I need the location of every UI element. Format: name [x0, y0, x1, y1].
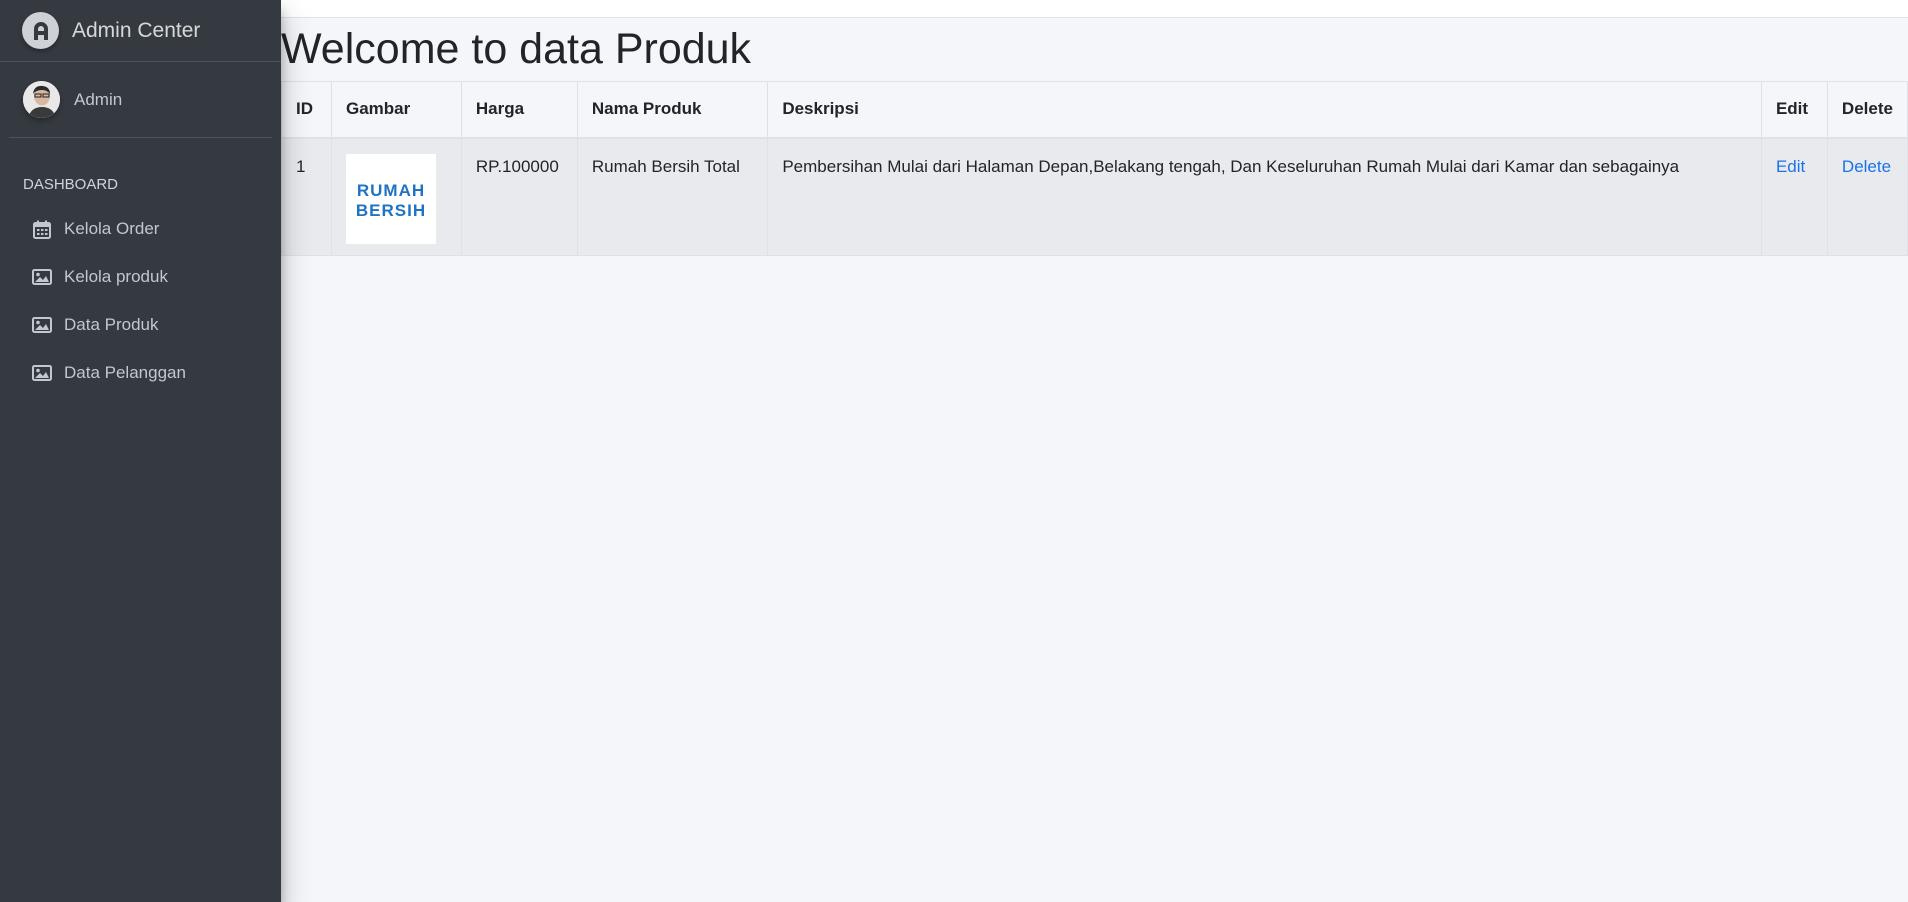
user-panel[interactable]: Admin [9, 62, 272, 138]
cell-nama-produk: Rumah Bersih Total [576, 137, 769, 256]
column-header-gambar: Gambar [330, 81, 462, 139]
products-table: ID Gambar Harga Nama Produk Deskripsi Ed… [281, 81, 1908, 256]
nav-label: Data Pelanggan [64, 363, 186, 382]
nav-item-kelola-produk[interactable]: Kelola produk [0, 253, 281, 301]
image-icon [32, 315, 52, 335]
product-image-line-2: BERSIH [356, 201, 426, 220]
cell-gambar: RUMAH BERSIH [330, 137, 462, 256]
table-row: 1 RUMAH BERSIH RP.100000 Rumah Bersih To… [281, 137, 1908, 256]
nav-item-data-pelanggan[interactable]: Data Pelanggan [0, 349, 281, 397]
nav-header: DASHBOARD [23, 176, 119, 193]
sidebar: Admin Center Admin DASHBOARD Kelola Orde… [0, 0, 281, 902]
column-header-deskripsi: Deskripsi [767, 81, 1762, 139]
nav-label: Kelola produk [64, 267, 168, 286]
column-header-edit: Edit [1760, 81, 1828, 139]
table-header-row: ID Gambar Harga Nama Produk Deskripsi Ed… [281, 81, 1908, 139]
nav-item-data-produk[interactable]: Data Produk [0, 301, 281, 349]
cell-id: 1 [281, 137, 332, 256]
product-image-line-1: RUMAH [357, 181, 425, 200]
nav-label: Data Produk [64, 315, 159, 334]
edit-link[interactable]: Edit [1776, 157, 1805, 176]
product-image: RUMAH BERSIH [345, 153, 436, 244]
nav-label: Kelola Order [64, 219, 160, 238]
delete-link[interactable]: Delete [1842, 157, 1891, 176]
cell-harga: RP.100000 [460, 137, 578, 256]
column-header-harga: Harga [460, 81, 578, 139]
user-name: Admin [74, 89, 123, 109]
column-header-id: ID [281, 81, 332, 139]
cell-deskripsi: Pembersihan Mulai dari Halaman Depan,Bel… [767, 137, 1762, 256]
brand-logo-icon [22, 12, 59, 49]
cell-delete: Delete [1826, 137, 1908, 256]
image-icon [32, 363, 52, 383]
nav-list: Kelola Order Kelola produk Data Produk D… [0, 205, 281, 397]
column-header-nama-produk: Nama Produk [576, 81, 769, 139]
image-icon [32, 267, 52, 287]
top-bar [281, 0, 1908, 18]
page-title: Welcome to data Produk [281, 25, 752, 73]
brand-title: Admin Center [72, 18, 201, 42]
column-header-delete: Delete [1826, 81, 1908, 139]
brand-link[interactable]: Admin Center [0, 0, 281, 62]
cell-edit: Edit [1760, 137, 1828, 256]
nav-item-kelola-order[interactable]: Kelola Order [0, 205, 281, 253]
main-content: Welcome to data Produk ID Gambar Harga N… [281, 0, 1908, 902]
avatar [23, 81, 60, 118]
calendar-icon [32, 219, 52, 239]
